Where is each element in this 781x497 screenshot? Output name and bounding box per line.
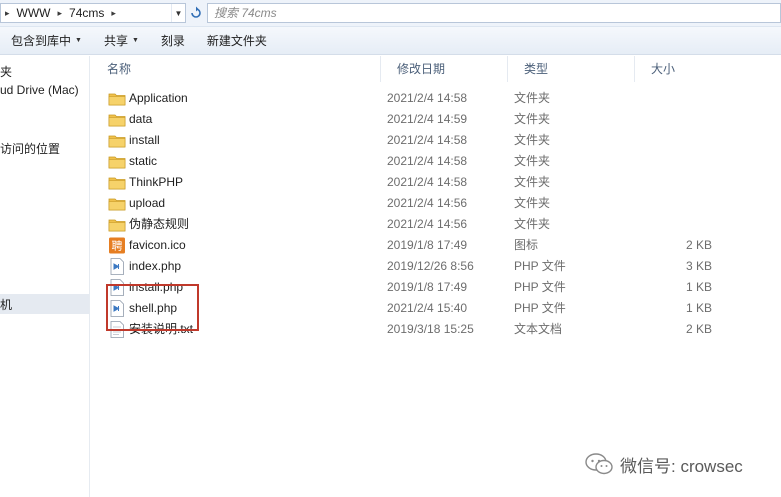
file-type: 文本文档 (514, 322, 563, 336)
favicon-icon: 聘 (108, 237, 126, 254)
file-type: 文件夹 (514, 112, 551, 126)
column-header-size[interactable]: 大小 (635, 56, 775, 82)
file-type: 文件夹 (514, 175, 551, 189)
file-size: 2 KB (685, 322, 712, 336)
file-size: 1 KB (685, 301, 712, 315)
sidebar-item-computer[interactable]: 机 (0, 296, 12, 314)
file-modified-date: 2019/1/8 17:49 (387, 238, 468, 252)
file-modified-date: 2021/2/4 14:58 (387, 91, 468, 105)
file-modified-date: 2019/1/8 17:49 (387, 280, 468, 294)
file-row[interactable]: 伪静态规则 2021/2/4 14:56 文件夹 (91, 214, 781, 235)
breadcrumb-74cms[interactable]: 74cms (66, 6, 107, 20)
refresh-icon (191, 6, 201, 18)
folder-icon (108, 195, 126, 212)
folder-icon (108, 153, 126, 170)
file-row[interactable]: data 2021/2/4 14:59 文件夹 (91, 109, 781, 130)
file-modified-date: 2021/2/4 14:56 (387, 196, 468, 210)
file-row[interactable]: 聘 favicon.ico 2019/1/8 17:49 图标 2 KB (91, 235, 781, 256)
breadcrumb-www[interactable]: WWW (14, 6, 54, 20)
folder-icon (108, 132, 126, 149)
watermark: 微信号: crowsec (584, 450, 743, 478)
breadcrumb-chevron-icon[interactable]: ▸ (107, 8, 120, 19)
file-modified-date: 2021/2/4 15:40 (387, 301, 468, 315)
file-name[interactable]: favicon.ico (129, 235, 186, 256)
burn-button[interactable]: 刻录 (150, 30, 196, 52)
folder-icon (108, 111, 126, 128)
include-in-library-label: 包含到库中 (11, 34, 72, 48)
folder-icon (108, 174, 126, 191)
include-in-library-button[interactable]: 包含到库中 ▼ (0, 30, 93, 52)
php-file-icon (108, 258, 126, 275)
share-label: 共享 (103, 34, 128, 48)
file-modified-date: 2019/3/18 15:25 (387, 322, 474, 336)
watermark-text: 微信号: crowsec (620, 456, 743, 476)
file-size: 2 KB (685, 238, 712, 252)
sidebar-item-recent-places[interactable]: 访问的位置 (0, 140, 60, 158)
chevron-down-icon: ▼ (75, 37, 82, 44)
file-name[interactable]: 伪静态规则 (129, 214, 189, 235)
folder-icon (108, 90, 126, 107)
file-size: 1 KB (685, 280, 712, 294)
file-size: 3 KB (685, 259, 712, 273)
new-folder-button[interactable]: 新建文件夹 (196, 30, 278, 52)
file-type: PHP 文件 (514, 280, 566, 294)
file-modified-date: 2021/2/4 14:58 (387, 175, 468, 189)
file-type: 文件夹 (514, 217, 551, 231)
sidebar-item-icloud-drive[interactable]: ud Drive (Mac) (0, 81, 79, 99)
file-row[interactable]: ThinkPHP 2021/2/4 14:58 文件夹 (91, 172, 781, 193)
file-type: PHP 文件 (514, 301, 566, 315)
file-name[interactable]: static (129, 151, 157, 172)
file-name[interactable]: index.php (129, 256, 181, 277)
file-name[interactable]: upload (129, 193, 165, 214)
file-row[interactable]: Application 2021/2/4 14:58 文件夹 (91, 88, 781, 109)
file-name[interactable]: Application (129, 88, 188, 109)
file-modified-date: 2019/12/26 8:56 (387, 259, 474, 273)
file-row[interactable]: upload 2021/2/4 14:56 文件夹 (91, 193, 781, 214)
file-modified-date: 2021/2/4 14:56 (387, 217, 468, 231)
breadcrumb-chevron-icon[interactable]: ▸ (1, 8, 14, 19)
column-header-modified[interactable]: 修改日期 (381, 56, 508, 82)
chevron-down-icon: ▼ (131, 37, 139, 44)
file-name[interactable]: install (129, 130, 160, 151)
file-type: 文件夹 (514, 91, 551, 105)
file-type: 文件夹 (514, 154, 551, 168)
file-list-header: 名称 修改日期 类型 大小 (91, 56, 781, 82)
navigation-pane: 夹 ud Drive (Mac) 访问的位置 机 (0, 56, 90, 497)
file-name[interactable]: data (129, 109, 152, 130)
file-modified-date: 2021/2/4 14:59 (387, 112, 468, 126)
file-row[interactable]: static 2021/2/4 14:58 文件夹 (91, 151, 781, 172)
file-type: PHP 文件 (514, 259, 566, 273)
file-row[interactable]: index.php 2019/12/26 8:56 PHP 文件 3 KB (91, 256, 781, 277)
column-header-type[interactable]: 类型 (508, 56, 635, 82)
highlight-box (106, 284, 199, 331)
file-modified-date: 2021/2/4 14:58 (387, 154, 468, 168)
command-toolbar: 包含到库中 ▼ 共享 ▼ 刻录 新建文件夹 (0, 27, 781, 55)
folder-icon (108, 216, 126, 233)
address-bar[interactable]: ▸ WWW ▸ 74cms ▸ ▼ (0, 3, 186, 23)
file-type: 文件夹 (514, 196, 551, 210)
file-name[interactable]: ThinkPHP (129, 172, 183, 193)
share-button[interactable]: 共享 ▼ (93, 30, 150, 52)
file-type: 图标 (514, 238, 539, 252)
column-header-name[interactable]: 名称 (91, 56, 381, 82)
file-type: 文件夹 (514, 133, 551, 147)
svg-text:聘: 聘 (112, 239, 123, 253)
sidebar-selected-highlight (0, 294, 89, 314)
search-input[interactable]: 搜索 74cms (207, 3, 781, 23)
refresh-button[interactable] (188, 4, 204, 22)
breadcrumb-chevron-icon[interactable]: ▸ (54, 8, 67, 19)
sidebar-item-folder[interactable]: 夹 (0, 63, 12, 81)
file-row[interactable]: install 2021/2/4 14:58 文件夹 (91, 130, 781, 151)
address-dropdown-icon[interactable]: ▼ (171, 4, 185, 22)
file-modified-date: 2021/2/4 14:58 (387, 133, 468, 147)
address-bar-row: ▸ WWW ▸ 74cms ▸ ▼ 搜索 74cms (0, 0, 781, 27)
wechat-icon (585, 453, 613, 475)
